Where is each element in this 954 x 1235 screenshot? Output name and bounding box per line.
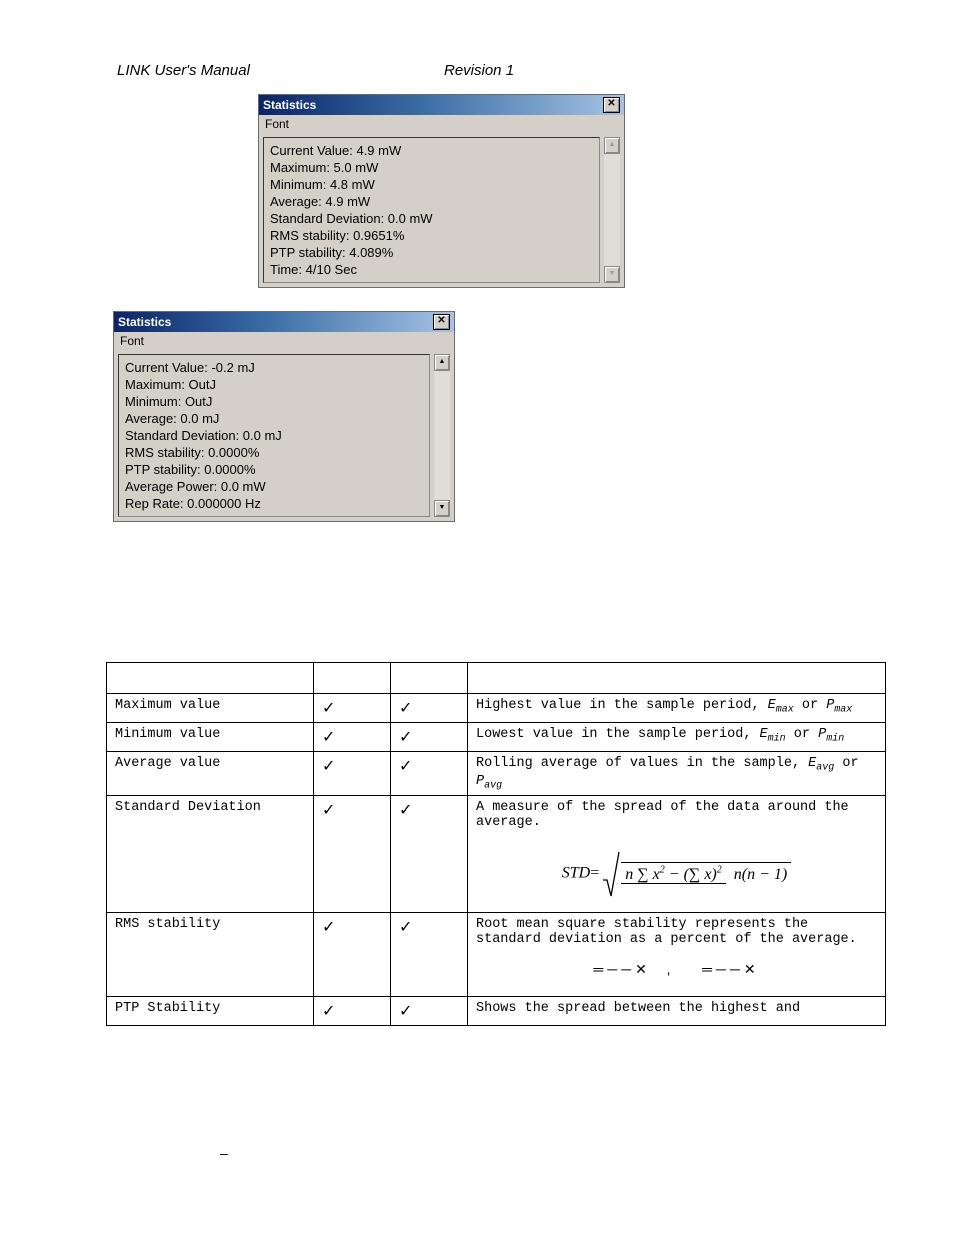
th-col2: [391, 663, 468, 694]
th-desc: [468, 663, 886, 694]
header-left: LINK User's Manual: [117, 62, 250, 79]
stat-line: Standard Deviation: 0.0 mJ: [125, 427, 423, 444]
th-col1: [314, 663, 391, 694]
table-row: RMS stability ✓ ✓ Root mean square stabi…: [107, 913, 886, 997]
cell-desc: Shows the spread between the highest and: [468, 997, 886, 1026]
checkmark-icon: ✓: [314, 694, 391, 723]
menubar-1[interactable]: Font: [259, 115, 624, 133]
checkmark-icon: ✓: [391, 694, 468, 723]
scroll-down-button[interactable]: ▼: [604, 266, 620, 283]
statistics-panel-2: Statistics ✕ Font Current Value: -0.2 mJ…: [113, 311, 455, 522]
footer-dash: –: [220, 1145, 228, 1161]
cell-name: Maximum value: [107, 694, 314, 723]
th-name: [107, 663, 314, 694]
scrollbar-1[interactable]: ▲ ▼: [604, 137, 620, 283]
stat-line: Minimum: OutJ: [125, 393, 423, 410]
scroll-up-button[interactable]: ▲: [434, 354, 450, 371]
titlebar-1-title: Statistics: [263, 95, 316, 115]
checkmark-icon: ✓: [314, 796, 391, 913]
scrollbar-2[interactable]: ▲ ▼: [434, 354, 450, 517]
header-center: Revision 1: [444, 62, 514, 79]
std-formula: STD= n ∑ x2 − (∑ x)2 n(n − 1): [476, 830, 877, 908]
titlebar-2: Statistics ✕: [114, 312, 454, 332]
close-icon: ✕: [607, 98, 615, 109]
triangle-up-icon: ▲: [609, 141, 616, 148]
stat-line: Average Power: 0.0 mW: [125, 478, 423, 495]
stat-line: Current Value: 4.9 mW: [270, 142, 593, 159]
stat-line: Minimum: 4.8 mW: [270, 176, 593, 193]
scroll-up-button[interactable]: ▲: [604, 137, 620, 154]
cell-desc: A measure of the spread of the data arou…: [468, 796, 886, 913]
close-button-1[interactable]: ✕: [603, 97, 620, 113]
titlebar-2-title: Statistics: [118, 312, 171, 332]
cell-desc: Lowest value in the sample period, Emin …: [468, 723, 886, 752]
rms-formula-row: ═──✕ , ═──✕: [476, 947, 877, 992]
stat-line: Rep Rate: 0.000000 Hz: [125, 495, 423, 512]
statistics-doc-table: Maximum value ✓ ✓ Highest value in the s…: [106, 662, 886, 1026]
checkmark-icon: ✓: [314, 723, 391, 752]
triangle-up-icon: ▲: [439, 358, 446, 365]
cell-desc-text: A measure of the spread of the data arou…: [476, 800, 849, 830]
scroll-track[interactable]: [434, 371, 450, 500]
cell-name: Minimum value: [107, 723, 314, 752]
titlebar-1: Statistics ✕: [259, 95, 624, 115]
triangle-down-icon: ▼: [609, 270, 616, 277]
stat-line: RMS stability: 0.9651%: [270, 227, 593, 244]
cell-name: RMS stability: [107, 913, 314, 997]
panel1-content: Current Value: 4.9 mW Maximum: 5.0 mW Mi…: [263, 137, 600, 283]
stat-line: Standard Deviation: 0.0 mW: [270, 210, 593, 227]
checkmark-icon: ✓: [391, 997, 468, 1026]
checkmark-icon: ✓: [314, 997, 391, 1026]
menubar-2[interactable]: Font: [114, 332, 454, 350]
checkmark-icon: ✓: [391, 796, 468, 913]
cell-desc: Root mean square stability represents th…: [468, 913, 886, 997]
stat-line: RMS stability: 0.0000%: [125, 444, 423, 461]
checkmark-icon: ✓: [391, 752, 468, 796]
stat-line: Time: 4/10 Sec: [270, 261, 593, 278]
table-row: Minimum value ✓ ✓ Lowest value in the sa…: [107, 723, 886, 752]
checkmark-icon: ✓: [391, 913, 468, 997]
table-row: Standard Deviation ✓ ✓ A measure of the …: [107, 796, 886, 913]
scroll-down-button[interactable]: ▼: [434, 500, 450, 517]
sqrt-icon: [603, 850, 621, 898]
close-button-2[interactable]: ✕: [433, 314, 450, 330]
cell-name: Standard Deviation: [107, 796, 314, 913]
stat-line: PTP stability: 4.089%: [270, 244, 593, 261]
cell-name: Average value: [107, 752, 314, 796]
stat-line: Current Value: -0.2 mJ: [125, 359, 423, 376]
stat-line: Maximum: OutJ: [125, 376, 423, 393]
scroll-track[interactable]: [604, 154, 620, 266]
stat-line: Maximum: 5.0 mW: [270, 159, 593, 176]
stat-line: Average: 0.0 mJ: [125, 410, 423, 427]
cell-desc: Rolling average of values in the sample,…: [468, 752, 886, 796]
stat-line: PTP stability: 0.0000%: [125, 461, 423, 478]
close-icon: ✕: [437, 315, 445, 326]
cell-desc-text: Root mean square stability represents th…: [476, 917, 857, 947]
triangle-down-icon: ▼: [439, 504, 446, 511]
cell-desc: Highest value in the sample period, Emax…: [468, 694, 886, 723]
table-row: Maximum value ✓ ✓ Highest value in the s…: [107, 694, 886, 723]
stat-line: Average: 4.9 mW: [270, 193, 593, 210]
table-row: PTP Stability ✓ ✓ Shows the spread betwe…: [107, 997, 886, 1026]
statistics-panel-1: Statistics ✕ Font Current Value: 4.9 mW …: [258, 94, 625, 288]
checkmark-icon: ✓: [314, 752, 391, 796]
cell-name: PTP Stability: [107, 997, 314, 1026]
checkmark-icon: ✓: [391, 723, 468, 752]
checkmark-icon: ✓: [314, 913, 391, 997]
table-row: Average value ✓ ✓ Rolling average of val…: [107, 752, 886, 796]
panel2-content: Current Value: -0.2 mJ Maximum: OutJ Min…: [118, 354, 430, 517]
